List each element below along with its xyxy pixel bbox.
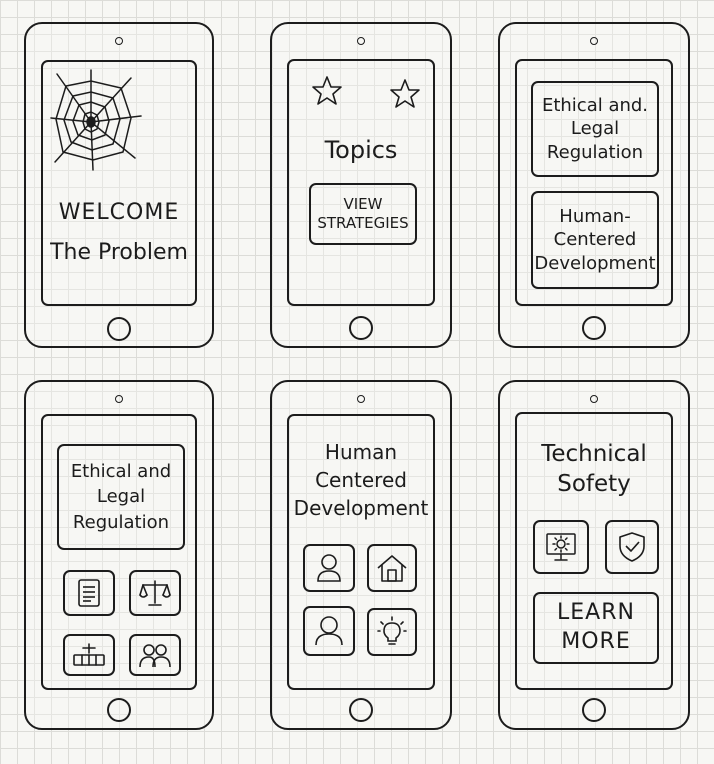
home-icon-button[interactable] (367, 544, 417, 592)
home-button[interactable] (107, 317, 131, 341)
phone-human-centered: Human Centered Development (270, 380, 452, 730)
star-icon (390, 79, 420, 108)
home-button[interactable] (349, 698, 373, 722)
problem-subtitle: The Problem (50, 240, 188, 265)
star-icon (312, 76, 342, 105)
user-icon (317, 554, 341, 582)
lightbulb-button[interactable] (367, 608, 417, 656)
people-icon (139, 644, 171, 668)
learn-more-button[interactable]: LEARN MORE (533, 592, 659, 664)
people-button[interactable] (129, 634, 181, 676)
lightbulb-icon (377, 616, 407, 645)
gavel-icon (73, 643, 105, 666)
gavel-button[interactable] (63, 634, 115, 676)
screen-welcome: WELCOME The Problem (41, 60, 197, 306)
human-centered-title: Human Centered Development (293, 440, 429, 520)
ethical-legal-card: Ethical and Legal Regulation (57, 444, 185, 550)
camera-dot (115, 37, 123, 45)
user-outline-icon (315, 616, 343, 646)
screen-categories: Ethical and. Legal Regulation Human- Cen… (515, 59, 673, 306)
home-button[interactable] (582, 698, 606, 722)
monitor-gear-icon (546, 533, 576, 561)
screen-human-centered: Human Centered Development (287, 414, 435, 690)
scales-icon (139, 580, 171, 606)
welcome-title: WELCOME (58, 200, 180, 225)
document-button[interactable] (63, 570, 115, 616)
phone-topics: Topics VIEW STRATEGIES (270, 22, 452, 348)
shield-check-icon (619, 532, 645, 562)
screen-topics: Topics VIEW STRATEGIES (287, 59, 435, 306)
document-icon (78, 579, 100, 607)
screen-ethical-legal: Ethical and Legal Regulation (41, 414, 197, 690)
camera-dot (590, 37, 598, 45)
ethical-legal-card[interactable]: Ethical and. Legal Regulation (531, 81, 659, 177)
topics-title: Topics (324, 136, 398, 164)
camera-dot (357, 395, 365, 403)
user-button[interactable] (303, 544, 355, 592)
camera-dot (357, 37, 365, 45)
technical-safety-title: Technical Sofety (541, 441, 647, 497)
human-centered-card[interactable]: Human- Centered Development (531, 191, 659, 289)
phone-welcome: WELCOME The Problem (24, 22, 214, 348)
home-button[interactable] (582, 316, 606, 340)
spider-web-icon (50, 69, 142, 171)
camera-dot (590, 395, 598, 403)
view-strategies-button[interactable]: VIEW STRATEGIES (309, 183, 417, 245)
home-icon (377, 555, 407, 582)
phone-technical-safety: Technical Sofety LEARN MORE (498, 380, 690, 730)
shield-button[interactable] (605, 520, 659, 574)
home-button[interactable] (107, 698, 131, 722)
camera-dot (115, 395, 123, 403)
screen-technical-safety: Technical Sofety LEARN MORE (515, 412, 673, 690)
phone-ethical-legal: Ethical and Legal Regulation (24, 380, 214, 730)
user-outline-button[interactable] (303, 606, 355, 656)
monitor-button[interactable] (533, 520, 589, 574)
scales-button[interactable] (129, 570, 181, 616)
home-button[interactable] (349, 316, 373, 340)
phone-categories: Ethical and. Legal Regulation Human- Cen… (498, 22, 690, 348)
